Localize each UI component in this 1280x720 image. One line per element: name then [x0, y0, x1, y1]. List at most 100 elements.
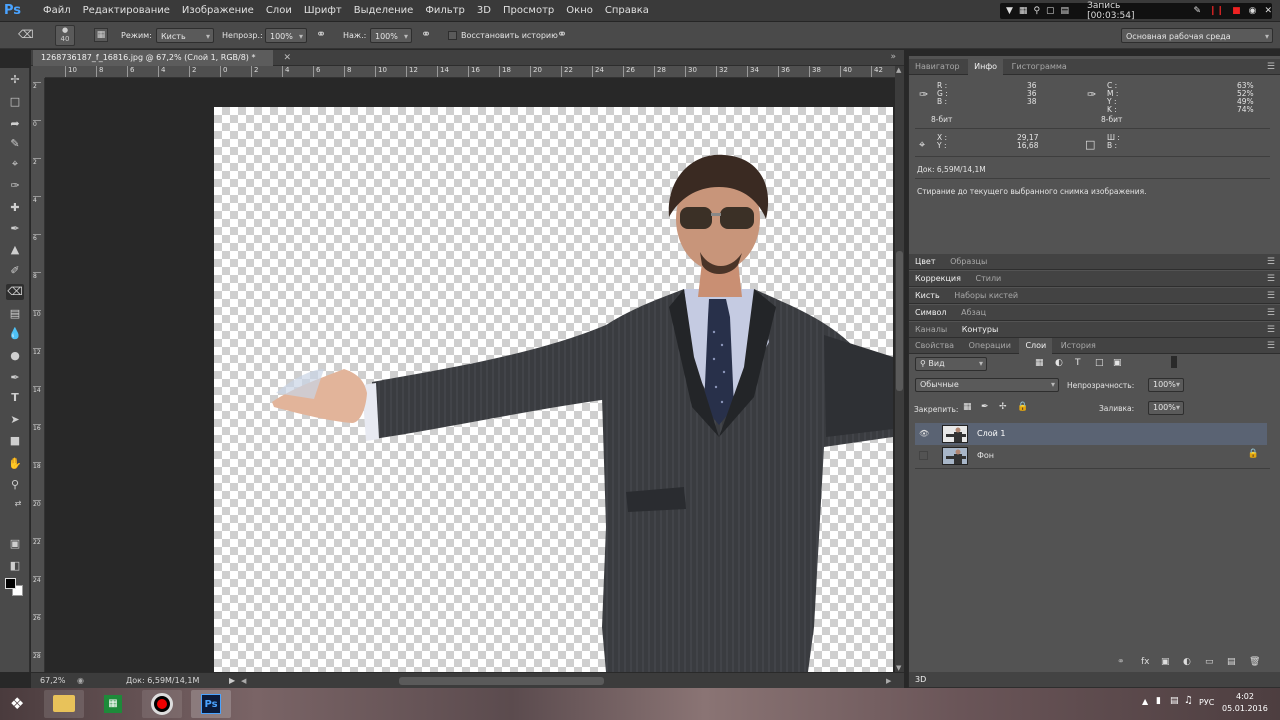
quick-mask-icon[interactable]: ▣ [6, 536, 24, 552]
swap-colors-icon[interactable]: ⇄ [12, 496, 24, 512]
horizontal-ruler[interactable]: 10 8 6 4 2 0 2 4 6 8 10 12 14 16 18 20 22 24 26 28 30 32 34 36 3… [45, 66, 895, 78]
collapse-arrows-icon[interactable]: » [890, 52, 896, 62]
recorder-stop-icon[interactable]: ■ [1232, 6, 1241, 16]
blend-mode-select[interactable]: Обычные [915, 378, 1059, 392]
recorder-menu-icon[interactable]: ▼ [1006, 6, 1013, 16]
tray-volume-icon[interactable]: ♫ [1184, 695, 1193, 706]
menu-window[interactable]: Окно [560, 0, 599, 22]
panel-menu-icon[interactable]: ☰ [1267, 288, 1275, 304]
scroll-up-arrow-icon[interactable]: ▲ [896, 66, 901, 74]
tab-3d[interactable]: 3D [909, 672, 932, 688]
brush-panel-toggle-icon[interactable]: ▦ [94, 28, 108, 42]
document-canvas[interactable] [214, 107, 893, 672]
new-group-icon[interactable]: ▭ [1205, 657, 1214, 667]
menu-help[interactable]: Справка [599, 0, 655, 22]
fill-input[interactable]: 100% [1148, 401, 1184, 415]
panel-menu-icon[interactable]: ☰ [1267, 322, 1275, 338]
menu-file[interactable]: Файл [37, 0, 77, 22]
recorder-grid-icon[interactable]: ▦ [1019, 6, 1028, 16]
quick-selection-tool-icon[interactable]: ✎ [6, 136, 24, 152]
menu-layers[interactable]: Слои [260, 0, 298, 22]
tab-layers[interactable]: Слои [1019, 338, 1053, 354]
add-style-icon[interactable]: fx [1141, 657, 1150, 667]
link-layers-icon[interactable]: ⚭ [1117, 657, 1125, 667]
layer-name[interactable]: Слой 1 [977, 429, 1005, 438]
layer-row-background[interactable]: Фон 🔒 [915, 445, 1267, 467]
brush-tool-icon[interactable]: ✒ [6, 221, 24, 237]
panel-menu-icon[interactable]: ☰ [1267, 59, 1275, 75]
spreadsheet-taskbar-button[interactable]: ▦ [93, 690, 133, 718]
tray-date[interactable]: 05.01.2016 [1222, 704, 1268, 713]
eyedropper-cmyk-icon[interactable]: ✑ [1087, 88, 1096, 101]
history-brush-tool-icon[interactable]: ✐ [6, 263, 24, 279]
panel-menu-icon[interactable]: ☰ [1267, 305, 1275, 321]
filter-pixel-icon[interactable]: ▦ [1035, 358, 1044, 368]
delete-layer-icon[interactable]: 🗑 [1249, 657, 1260, 667]
restore-history-checkbox[interactable] [448, 31, 457, 40]
zoom-tool-icon[interactable]: ⚲ [6, 477, 24, 493]
new-adjustment-icon[interactable]: ◐ [1183, 657, 1191, 667]
move-tool-icon[interactable]: ✢ [6, 72, 24, 88]
recorder-taskbar-button[interactable] [142, 690, 182, 718]
hand-tool-icon[interactable]: ✋ [6, 456, 24, 472]
recorder-pen-icon[interactable]: ✎ [1193, 6, 1201, 16]
zoom-level[interactable]: 67,2% [40, 673, 65, 689]
menu-3d[interactable]: 3D [471, 0, 497, 22]
tab-brush-presets[interactable]: Наборы кистей [948, 288, 1024, 304]
lock-transparency-icon[interactable]: ▦ [963, 402, 972, 412]
shape-tool-icon[interactable]: ■ [6, 433, 24, 449]
photoshop-taskbar-button[interactable]: Ps [191, 690, 231, 718]
filter-shape-icon[interactable]: □ [1095, 358, 1104, 368]
mode-select[interactable]: Кисть [156, 28, 214, 44]
vertical-ruler[interactable]: 2 0 2 4 6 8 10 12 14 16 18 20 22 24 26 28 [31, 78, 45, 672]
tab-navigator[interactable]: Навигатор [909, 59, 966, 75]
close-document-icon[interactable]: ✕ [283, 50, 291, 66]
filter-toggle-icon[interactable] [1171, 356, 1177, 368]
layer-filter-select[interactable]: ⚲ Вид [915, 357, 987, 371]
eraser-tool-icon[interactable]: ⌫ [6, 284, 24, 300]
tray-network-icon[interactable]: ▤ [1170, 696, 1179, 706]
tablet-pressure-opacity-icon[interactable]: ⚭ [316, 27, 326, 41]
flow-input[interactable]: 100% [370, 28, 412, 44]
canvas-pasteboard[interactable] [45, 78, 895, 672]
layer-row-layer1[interactable]: 👁 Слой 1 [915, 423, 1267, 445]
tab-info[interactable]: Инфо [968, 59, 1004, 75]
status-info-icon[interactable]: ◉ [77, 673, 84, 689]
tray-expand-icon[interactable]: ▲ [1142, 697, 1148, 706]
opacity-input[interactable]: 100% [265, 28, 307, 44]
screen-mode-icon[interactable]: ◧ [6, 558, 24, 574]
new-layer-icon[interactable]: ▤ [1227, 657, 1236, 667]
dodge-tool-icon[interactable]: ● [6, 348, 24, 364]
tab-brush[interactable]: Кисть [909, 288, 946, 304]
panel-menu-icon[interactable]: ☰ [1267, 338, 1275, 354]
tab-histogram[interactable]: Гистограмма [1006, 59, 1073, 75]
tab-paragraph[interactable]: Абзац [955, 305, 992, 321]
vertical-scrollbar[interactable]: ▲ ▼ [895, 66, 904, 672]
tab-swatches[interactable]: Образцы [944, 254, 993, 270]
filter-smart-object-icon[interactable]: ▣ [1113, 358, 1122, 368]
lasso-tool-icon[interactable]: ➦ [6, 116, 24, 132]
eyedropper-rgb-icon[interactable]: ✑ [919, 88, 928, 101]
document-tab[interactable]: 1268736187_f_16816.jpg @ 67,2% (Слой 1, … [33, 50, 291, 66]
lock-position-icon[interactable]: ✢ [999, 402, 1007, 412]
scroll-down-arrow-icon[interactable]: ▼ [896, 664, 901, 672]
scroll-left-arrow-icon[interactable]: ◀ [241, 673, 246, 689]
layer-visibility-box-icon[interactable] [919, 451, 928, 460]
pen-tool-icon[interactable]: ✒ [6, 370, 24, 386]
recorder-fullscreen-icon[interactable]: ▢ [1046, 6, 1055, 16]
menu-select[interactable]: Выделение [348, 0, 420, 22]
path-selection-tool-icon[interactable]: ➤ [6, 412, 24, 428]
tray-time[interactable]: 4:02 [1236, 692, 1254, 701]
lock-all-icon[interactable]: 🔒 [1017, 402, 1028, 412]
explorer-taskbar-button[interactable] [44, 690, 84, 718]
tab-color[interactable]: Цвет [909, 254, 942, 270]
tab-adjustments[interactable]: Коррекция [909, 271, 967, 287]
tray-battery-icon[interactable]: ▮ [1156, 696, 1161, 706]
eyedropper-tool-icon[interactable]: ✑ [6, 178, 24, 194]
menu-view[interactable]: Просмотр [497, 0, 560, 22]
menu-type[interactable]: Шрифт [298, 0, 348, 22]
foreground-color-swatch[interactable] [5, 578, 16, 589]
vertical-scroll-thumb[interactable] [896, 251, 903, 391]
tab-styles[interactable]: Стили [970, 271, 1008, 287]
crop-tool-icon[interactable]: ⌖ [6, 156, 24, 172]
